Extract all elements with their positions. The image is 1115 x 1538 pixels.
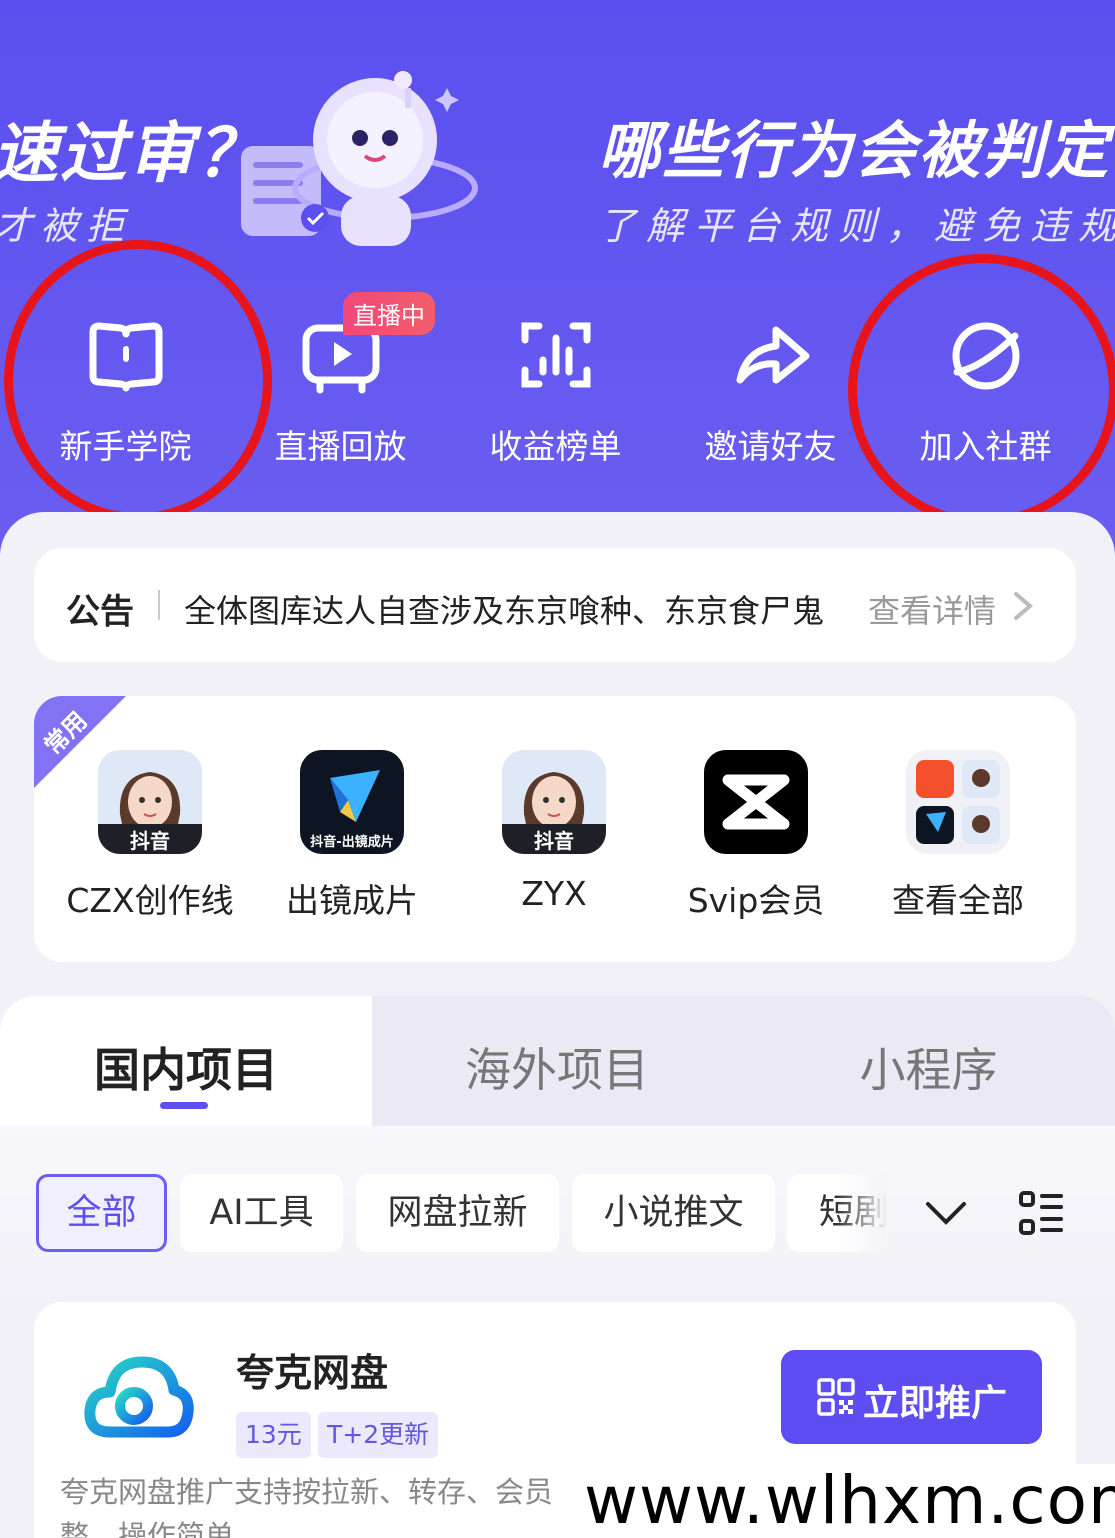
share-arrow-icon bbox=[736, 326, 809, 384]
app-icon-caption: 抖音 bbox=[130, 829, 170, 853]
app-view-all[interactable]: 查看全部 bbox=[856, 750, 1060, 950]
promote-button-label: 立即推广 bbox=[863, 1383, 1008, 1424]
app-icon-caption: 抖音 bbox=[534, 829, 574, 853]
app-label: CZX创作线 bbox=[66, 881, 234, 920]
chujing-app-icon: 抖音-出镜成片 bbox=[300, 750, 404, 854]
douyin-avatar-icon: 抖音 bbox=[502, 750, 606, 854]
notice-more-link[interactable]: 查看详情 bbox=[868, 586, 996, 632]
tab-overseas[interactable]: 海外项目 bbox=[372, 996, 742, 1126]
notice-bar[interactable]: 公告 全体图库达人自查涉及东京喰种、东京食尸鬼 查看详情 bbox=[34, 548, 1076, 662]
watermark-text: www.wlhxm.com bbox=[584, 1462, 1115, 1538]
quick-nav-label: 收益榜单 bbox=[489, 427, 622, 466]
banner-right-title: 哪些行为会被判定 bbox=[598, 114, 1111, 187]
app-chujing[interactable]: 抖音-出镜成片 出镜成片 bbox=[250, 750, 454, 950]
quick-nav-label: 邀请好友 bbox=[704, 427, 837, 466]
robot-mascot-icon bbox=[241, 71, 478, 246]
frequent-apps: 常用 抖音 CZX创作线 抖音-出镜成片 出镜成片 抖音 ZYX Svip会员 … bbox=[34, 696, 1076, 962]
project-description: 夸克网盘推广支持按拉新、转存、会员整，操作简单。 bbox=[60, 1475, 554, 1538]
quick-nav-label: 直播回放 bbox=[274, 427, 407, 466]
app-label: 出镜成片 bbox=[286, 881, 418, 920]
highlight-circle-community bbox=[848, 254, 1115, 526]
app-zyx[interactable]: 抖音 ZYX bbox=[452, 750, 656, 950]
promote-button[interactable]: 立即推广 bbox=[781, 1350, 1042, 1444]
filter-chip-all[interactable]: 全部 bbox=[36, 1174, 167, 1252]
app-icon-caption: 抖音-出镜成片 bbox=[310, 834, 393, 850]
app-label: ZYX bbox=[521, 874, 587, 913]
price-tag: 13元 bbox=[236, 1412, 311, 1458]
capcut-icon bbox=[704, 750, 808, 854]
list-view-icon[interactable] bbox=[1018, 1190, 1064, 1236]
filter-chip-netdisk[interactable]: 网盘拉新 bbox=[356, 1174, 559, 1252]
banner-right-subtitle: 了解平台规则，避免违规风 bbox=[598, 204, 1115, 248]
quark-cloud-icon bbox=[84, 1356, 194, 1438]
qr-code-icon bbox=[817, 1378, 855, 1416]
filter-chip-ai-tools[interactable]: AI工具 bbox=[180, 1174, 343, 1252]
app-label: Svip会员 bbox=[687, 881, 825, 920]
tab-label: 小程序 bbox=[859, 1043, 998, 1097]
filter-chip-short-drama[interactable]: 短剧 bbox=[787, 1174, 887, 1252]
highlight-circle-newbie bbox=[4, 240, 272, 522]
tab-mini-program[interactable]: 小程序 bbox=[742, 996, 1115, 1126]
notice-title: 公告 bbox=[66, 592, 134, 632]
app-grid-icon bbox=[906, 750, 1010, 854]
project-tabs: 海外项目 小程序 国内项目 bbox=[0, 996, 1115, 1126]
tab-label: 海外项目 bbox=[465, 1043, 649, 1097]
notice-divider bbox=[158, 590, 160, 620]
chevron-down-icon[interactable] bbox=[924, 1194, 968, 1234]
filter-chip-novel[interactable]: 小说推文 bbox=[572, 1174, 775, 1252]
app-svip[interactable]: Svip会员 bbox=[654, 750, 858, 950]
quick-nav-earnings-rank[interactable]: 收益榜单 bbox=[448, 290, 663, 490]
tab-domestic[interactable]: 国内项目 bbox=[0, 996, 372, 1126]
update-tag: T+2更新 bbox=[318, 1412, 439, 1458]
notice-text: 全体图库达人自查涉及东京喰种、东京食尸鬼 bbox=[184, 592, 825, 630]
project-title: 夸克网盘 bbox=[236, 1351, 389, 1395]
app-czx[interactable]: 抖音 CZX创作线 bbox=[48, 750, 252, 950]
app-label: 查看全部 bbox=[892, 881, 1024, 920]
chart-scan-icon bbox=[521, 322, 590, 388]
quick-nav-invite-friends[interactable]: 邀请好友 bbox=[663, 290, 878, 490]
chevron-right-icon[interactable] bbox=[1010, 590, 1036, 622]
tab-active-indicator bbox=[160, 1102, 208, 1109]
live-badge: 直播中 bbox=[343, 292, 435, 335]
tab-label: 国内项目 bbox=[94, 1043, 278, 1097]
douyin-avatar-icon: 抖音 bbox=[98, 750, 202, 854]
banner-left-title: 速过审？ bbox=[0, 115, 264, 192]
